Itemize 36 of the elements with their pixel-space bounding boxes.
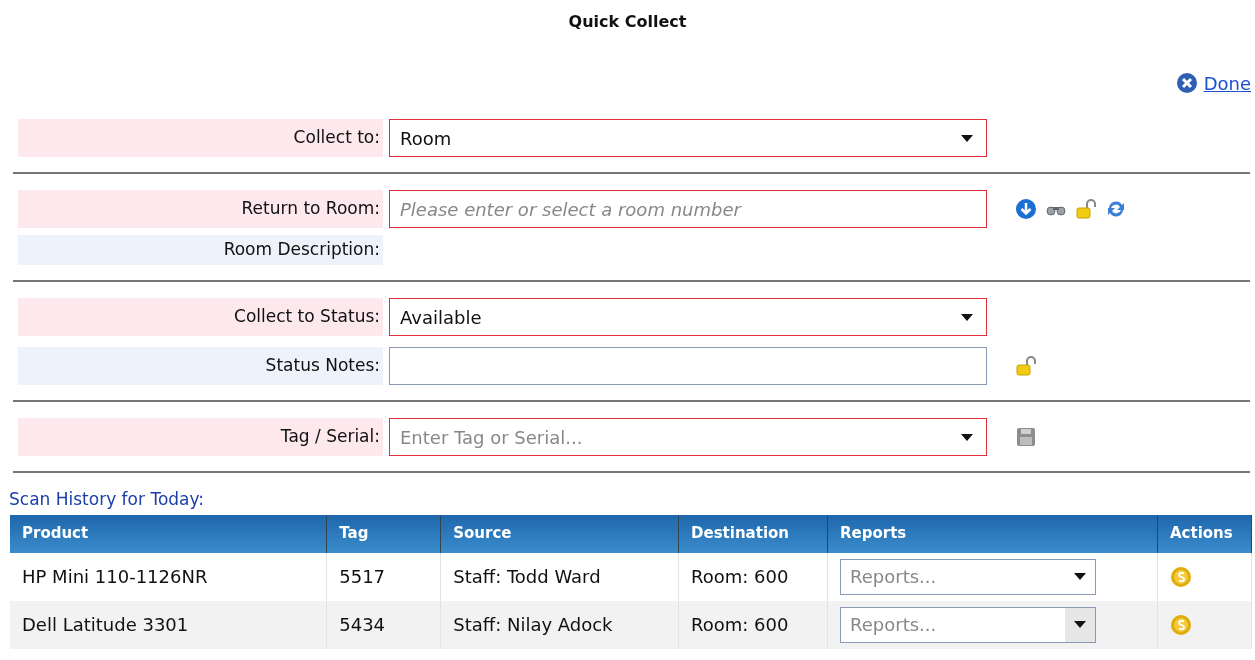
table-cell: HP Mini 110-1126NR [10, 552, 327, 601]
table-cell: Staff: Todd Ward [440, 552, 679, 601]
padlock-icon[interactable] [1015, 355, 1037, 377]
dropdown-field[interactable]: Room [389, 119, 987, 157]
table-cell: Staff: Nilay Adock [440, 600, 679, 649]
field-label: Return to Room: [18, 190, 383, 228]
table-cell: Dell Latitude 3301 [10, 600, 327, 649]
column-header: Reports [827, 514, 1158, 553]
download-icon[interactable] [1015, 198, 1037, 220]
padlock-icon[interactable] [1075, 198, 1097, 220]
field-label: Room Description: [18, 235, 383, 265]
table-cell: Room: 600 [678, 600, 828, 649]
column-header: Actions [1157, 514, 1252, 553]
field-label: Collect to: [18, 119, 383, 157]
done-link[interactable]: Done [1203, 69, 1251, 97]
column-header: Product [10, 514, 327, 553]
field-label: Tag / Serial: [18, 418, 383, 456]
dropdown-field[interactable]: Available [389, 298, 987, 336]
field-label: Status Notes: [18, 347, 383, 385]
reports-dropdown[interactable]: Reports... [840, 558, 1097, 595]
save-icon[interactable] [1015, 426, 1037, 448]
column-header: Destination [678, 514, 828, 553]
caret-icon[interactable] [961, 434, 973, 441]
caret-icon[interactable] [961, 314, 973, 321]
dropdown-field[interactable]: Enter Tag or Serial... [389, 418, 987, 456]
table-cell: Room: 600 [678, 552, 828, 601]
column-header: Tag [326, 514, 441, 553]
input-field[interactable]: Please enter or select a room number [389, 190, 987, 228]
page-title: Quick Collect [567, 11, 688, 33]
column-header: Source [440, 514, 679, 553]
table-cell: 5517 [326, 552, 441, 601]
section-heading: Scan History for Today: [9, 488, 206, 511]
close-icon[interactable] [1175, 72, 1198, 94]
caret-icon[interactable] [961, 135, 973, 142]
field-label: Collect to Status: [18, 298, 383, 336]
table-cell: 5434 [326, 600, 441, 649]
